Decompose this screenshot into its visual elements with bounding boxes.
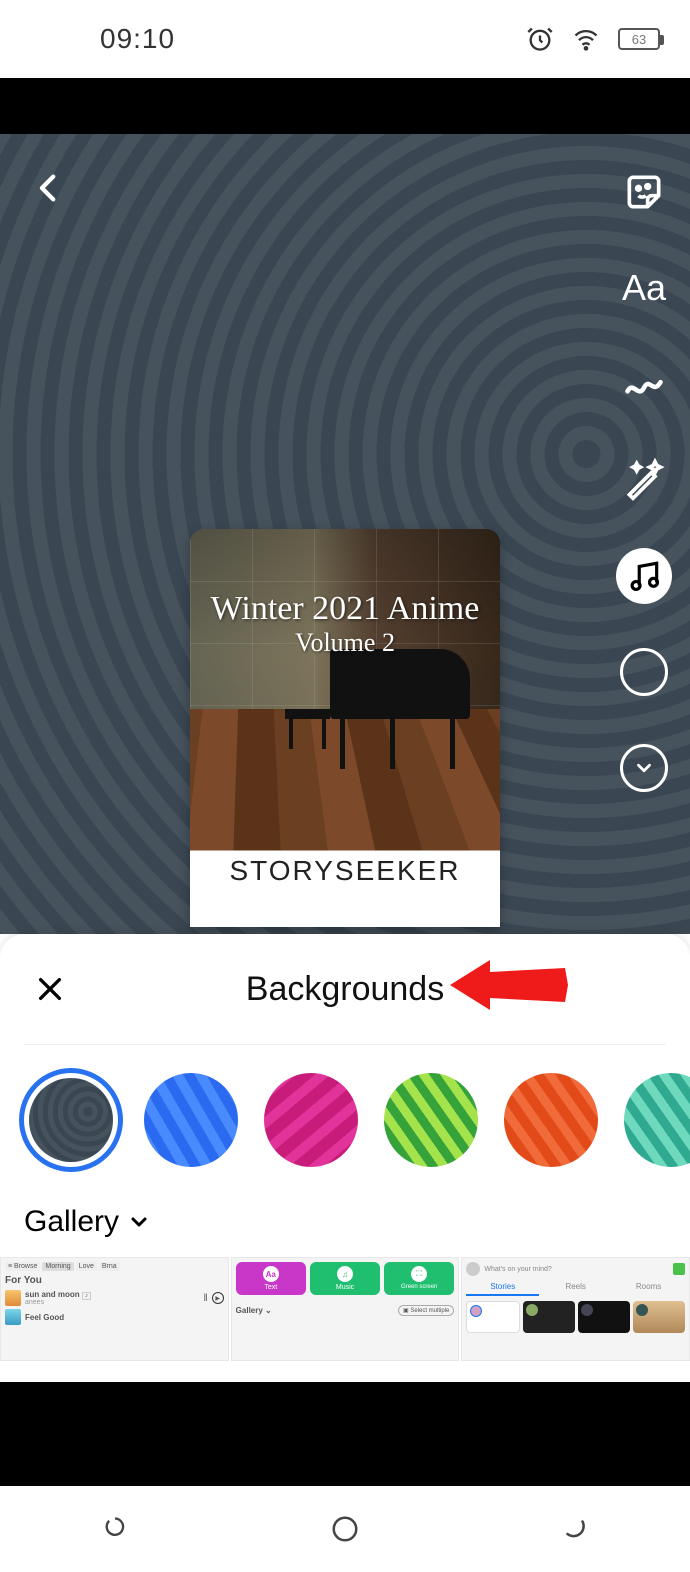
- expand-tools[interactable]: [616, 740, 672, 796]
- swatch-blue[interactable]: [144, 1073, 238, 1167]
- app-top-letterbox: [0, 78, 690, 134]
- alarm-icon: [526, 25, 554, 53]
- close-button[interactable]: [30, 969, 70, 1009]
- status-icons: 63: [526, 25, 660, 53]
- music-card[interactable]: Winter 2021 Anime Volume 2 STORYSEEKER: [190, 529, 500, 927]
- album-subtitle: Volume 2: [295, 628, 395, 658]
- gallery-thumb-1[interactable]: ≡ Browse Morning Love Brna For You sun a…: [0, 1257, 229, 1361]
- music-tool[interactable]: [616, 548, 672, 604]
- recents-button[interactable]: [95, 1509, 135, 1549]
- battery-icon: 63: [618, 28, 660, 50]
- status-bar: 09:10 63: [0, 0, 690, 78]
- text-tool[interactable]: Aa: [616, 260, 672, 316]
- app-bottom-letterbox: [0, 1382, 690, 1486]
- swatch-teal[interactable]: [624, 1073, 690, 1167]
- effects-tool[interactable]: [616, 452, 672, 508]
- clock: 09:10: [100, 23, 175, 55]
- gallery-thumb-3[interactable]: What's on your mind? Stories Reels Rooms: [461, 1257, 690, 1361]
- back-button[interactable]: [25, 164, 73, 212]
- background-swatches: [0, 1045, 690, 1195]
- sheet-title: Backgrounds: [0, 970, 690, 1009]
- gallery-dropdown[interactable]: Gallery: [0, 1195, 690, 1257]
- swatch-magenta[interactable]: [264, 1073, 358, 1167]
- gallery-thumb-2[interactable]: Aa Text ♫ Music ⛶ Green screen Gallery ⌄…: [231, 1257, 460, 1361]
- swatch-dark-grey[interactable]: [29, 1078, 113, 1162]
- gallery-label-text: Gallery: [24, 1205, 119, 1239]
- chevron-down-icon: [127, 1210, 151, 1234]
- annotation-arrow: [450, 950, 570, 1020]
- backgrounds-sheet: Backgrounds Gallery ≡ Browse Morning Lov…: [0, 934, 690, 1382]
- gallery-thumbnails: ≡ Browse Morning Love Brna For You sun a…: [0, 1257, 690, 1361]
- editor-tools: Aa: [616, 164, 672, 796]
- system-navbar: [0, 1486, 690, 1572]
- swatch-orange[interactable]: [504, 1073, 598, 1167]
- sticker-tool[interactable]: [616, 164, 672, 220]
- home-button[interactable]: [325, 1509, 365, 1549]
- color-tool[interactable]: [616, 644, 672, 700]
- piano-illustration: [320, 649, 480, 769]
- draw-tool[interactable]: [616, 356, 672, 412]
- track-name: STORYSEEKER: [190, 839, 500, 927]
- back-nav-button[interactable]: [555, 1509, 595, 1549]
- story-editor-canvas[interactable]: Aa Winter 2021 Anime Volume: [0, 134, 690, 934]
- wifi-icon: [572, 25, 600, 53]
- album-art: Winter 2021 Anime Volume 2: [190, 529, 500, 839]
- swatch-green[interactable]: [384, 1073, 478, 1167]
- album-title: Winter 2021 Anime: [211, 590, 480, 627]
